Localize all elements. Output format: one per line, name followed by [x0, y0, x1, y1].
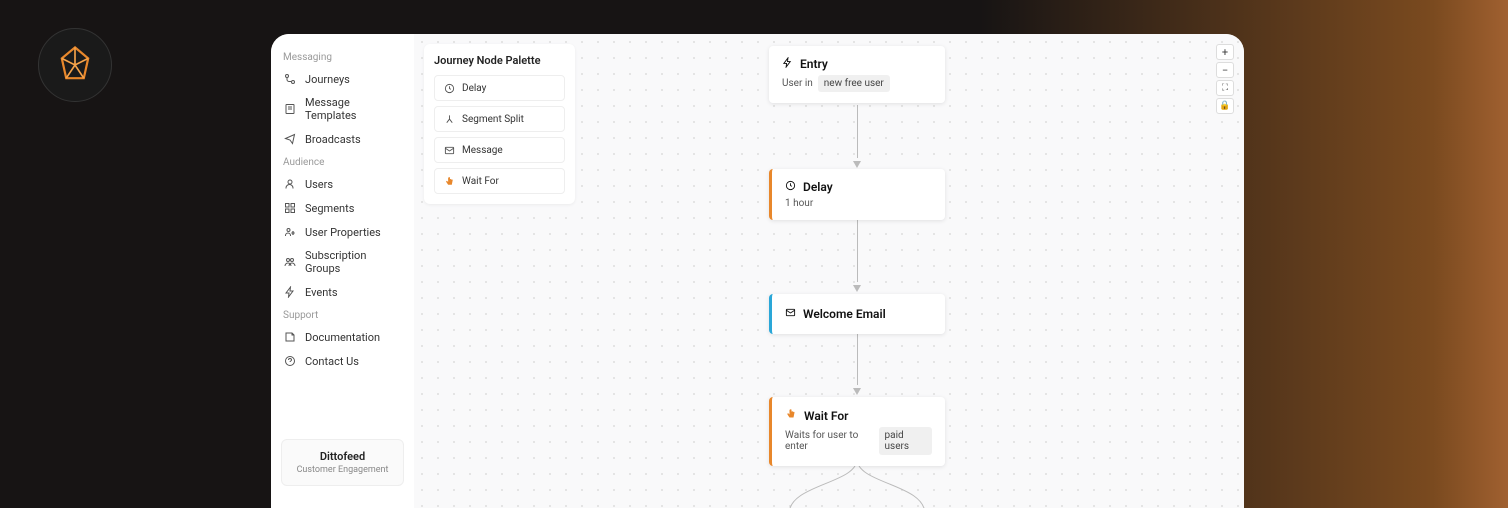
split-edge: [769, 459, 945, 508]
nav-label: User Properties: [305, 226, 381, 239]
split-icon: [443, 113, 455, 125]
nav-users[interactable]: Users: [271, 172, 414, 196]
nav-label: Contact Us: [305, 355, 359, 368]
zoom-in-button[interactable]: +: [1216, 44, 1234, 60]
doc-icon: [283, 330, 297, 344]
contact-icon: [283, 354, 297, 368]
edge: [856, 217, 858, 292]
user-icon: [283, 177, 297, 191]
section-audience: Audience: [271, 151, 414, 172]
nav-events[interactable]: Events: [271, 280, 414, 304]
node-title: Welcome Email: [803, 307, 886, 321]
palette-label: Message: [462, 145, 503, 156]
nav-label: Subscription Groups: [305, 249, 402, 275]
node-title: Wait For: [804, 409, 849, 423]
canvas-controls: + − ⛶ 🔒: [1216, 44, 1234, 114]
clock-icon: [443, 82, 455, 94]
node-sub: 1 hour: [785, 198, 813, 209]
mail-icon: [443, 144, 455, 156]
zoom-out-button[interactable]: −: [1216, 62, 1234, 78]
node-welcome-email[interactable]: Welcome Email: [769, 294, 945, 334]
brand-tagline: Customer Engagement: [292, 465, 393, 475]
nav-label: Events: [305, 286, 338, 299]
journey-canvas[interactable]: Journey Node Palette Delay Segment Split…: [414, 34, 1244, 508]
nav-label: Message Templates: [305, 96, 402, 122]
brand-name: Dittofeed: [292, 450, 393, 463]
node-waitfor[interactable]: Wait For Waits for user to enterpaid use…: [769, 397, 945, 466]
node-palette: Journey Node Palette Delay Segment Split…: [424, 44, 575, 204]
lock-button[interactable]: 🔒: [1216, 98, 1234, 114]
nav-label: Journeys: [305, 73, 350, 86]
palette-label: Segment Split: [462, 114, 524, 125]
nav-label: Segments: [305, 202, 354, 215]
nav-label: Broadcasts: [305, 133, 361, 146]
palette-delay[interactable]: Delay: [434, 75, 565, 101]
nav-broadcasts[interactable]: Broadcasts: [271, 127, 414, 151]
brand-box: Dittofeed Customer Engagement: [281, 439, 404, 486]
palette-label: Delay: [462, 83, 486, 94]
bolt-icon: [782, 57, 793, 71]
segment-chip: new free user: [818, 75, 890, 92]
node-prefix: User in: [782, 78, 813, 89]
nav-journeys[interactable]: Journeys: [271, 67, 414, 91]
fit-button[interactable]: ⛶: [1216, 80, 1234, 96]
journeys-icon: [283, 72, 297, 86]
broadcast-icon: [283, 132, 297, 146]
edge: [856, 105, 858, 168]
userprops-icon: [283, 225, 297, 239]
palette-title: Journey Node Palette: [434, 54, 565, 67]
node-title: Entry: [800, 57, 828, 71]
edge: [856, 330, 858, 395]
app-logo: [38, 28, 112, 102]
hand-icon: [785, 408, 797, 423]
node-prefix: Waits for user to enter: [785, 430, 874, 452]
clock-icon: [785, 180, 796, 194]
nav-templates[interactable]: Message Templates: [271, 91, 414, 127]
bolt-icon: [283, 285, 297, 299]
section-support: Support: [271, 304, 414, 325]
template-icon: [283, 102, 297, 116]
nav-subgroups[interactable]: Subscription Groups: [271, 244, 414, 280]
palette-waitfor[interactable]: Wait For: [434, 168, 565, 194]
segment-icon: [283, 201, 297, 215]
nav-contact[interactable]: Contact Us: [271, 349, 414, 373]
segment-chip: paid users: [879, 427, 932, 455]
subgroup-icon: [283, 255, 297, 269]
palette-message[interactable]: Message: [434, 137, 565, 163]
section-messaging: Messaging: [271, 46, 414, 67]
node-title: Delay: [803, 180, 833, 194]
nav-label: Documentation: [305, 331, 380, 344]
nav-docs[interactable]: Documentation: [271, 325, 414, 349]
app-window: Messaging Journeys Message Templates Bro…: [271, 34, 1244, 508]
hand-icon: [443, 175, 455, 187]
node-delay[interactable]: Delay 1 hour: [769, 169, 945, 220]
palette-label: Wait For: [462, 176, 499, 187]
sidebar: Messaging Journeys Message Templates Bro…: [271, 34, 414, 508]
palette-split[interactable]: Segment Split: [434, 106, 565, 132]
node-entry[interactable]: Entry User in new free user: [769, 46, 945, 103]
nav-segments[interactable]: Segments: [271, 196, 414, 220]
nav-userprops[interactable]: User Properties: [271, 220, 414, 244]
mail-icon: [785, 307, 796, 321]
nav-label: Users: [305, 178, 333, 191]
